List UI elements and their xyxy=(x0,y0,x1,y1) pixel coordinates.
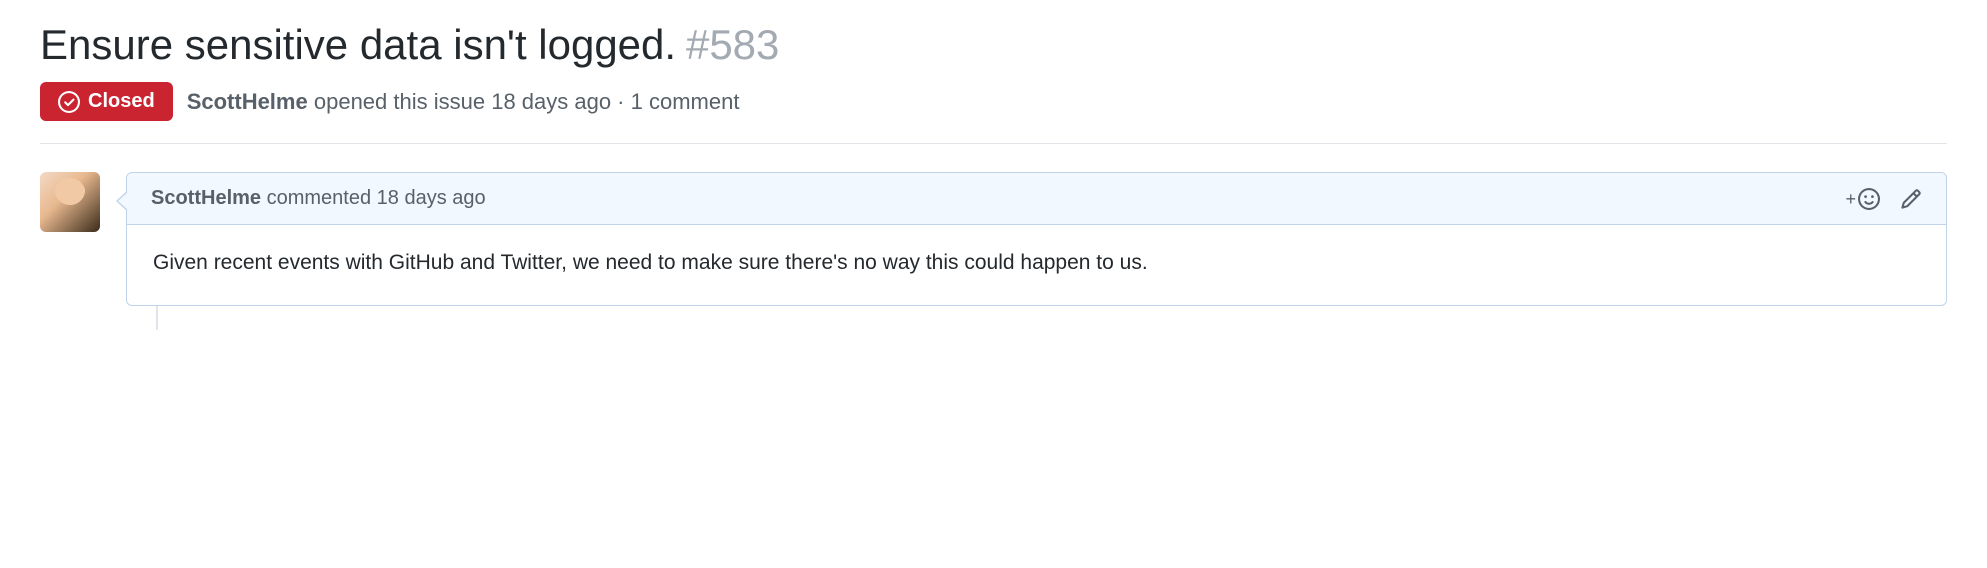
issue-number: #583 xyxy=(686,21,779,68)
avatar[interactable] xyxy=(40,172,100,232)
issue-title-row: Ensure sensitive data isn't logged. #583 xyxy=(40,20,1947,70)
pencil-icon xyxy=(1900,188,1922,210)
add-reaction-button[interactable]: + xyxy=(1845,188,1880,210)
issue-meta-text: ScottHelme opened this issue 18 days ago… xyxy=(187,89,740,115)
comment-body: Given recent events with GitHub and Twit… xyxy=(127,225,1946,305)
meta-author-link[interactable]: ScottHelme xyxy=(187,89,308,114)
plus-icon: + xyxy=(1845,190,1856,208)
comment-header: ScottHelme commented 18 days ago + xyxy=(127,173,1946,225)
meta-opened-text: opened this issue 18 days ago · 1 commen… xyxy=(314,89,740,114)
comment-action-text: commented 18 days ago xyxy=(267,187,486,209)
comment-header-text: ScottHelme commented 18 days ago xyxy=(151,187,486,210)
timeline-connector xyxy=(156,306,158,330)
issue-meta-row: Closed ScottHelme opened this issue 18 d… xyxy=(40,82,1947,144)
state-badge-closed: Closed xyxy=(40,82,173,121)
comment-header-actions: + xyxy=(1845,188,1922,210)
issue-closed-icon xyxy=(58,91,80,113)
comment-box: ScottHelme commented 18 days ago + Given… xyxy=(126,172,1947,306)
comment-thread: ScottHelme commented 18 days ago + Given… xyxy=(40,172,1947,306)
comment-author-link[interactable]: ScottHelme xyxy=(151,187,261,209)
smiley-icon xyxy=(1858,188,1880,210)
edit-comment-button[interactable] xyxy=(1900,188,1922,210)
issue-title: Ensure sensitive data isn't logged. xyxy=(40,21,676,68)
state-label: Closed xyxy=(88,90,155,113)
